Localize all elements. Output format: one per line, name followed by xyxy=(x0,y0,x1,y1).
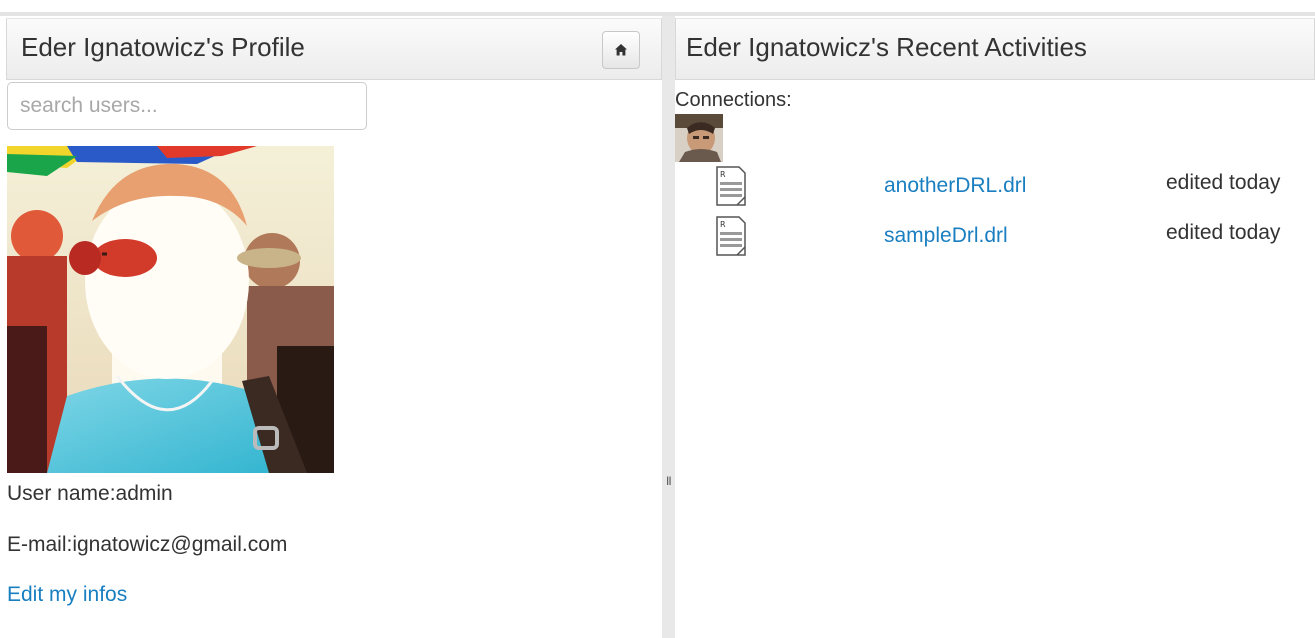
svg-text:R: R xyxy=(720,170,726,179)
drl-file-icon: R xyxy=(715,166,747,206)
top-border xyxy=(0,0,1315,16)
file-link-sampledrl[interactable]: sampleDrl.drl xyxy=(884,224,1008,248)
home-button[interactable] xyxy=(602,31,640,69)
profile-title: Eder Ignatowicz's Profile xyxy=(21,32,305,62)
profile-header: Eder Ignatowicz's Profile xyxy=(6,18,662,80)
splitter-grip-icon: II xyxy=(666,474,672,488)
connection-avatar[interactable] xyxy=(675,114,723,162)
home-icon xyxy=(615,44,627,56)
email-text: E-mail:ignatowicz@gmail.com xyxy=(7,533,288,556)
file-status-text: edited today xyxy=(1166,171,1281,194)
panel-splitter[interactable]: II xyxy=(662,16,675,638)
drl-file-icon: R xyxy=(715,216,747,256)
connections-label: Connections: xyxy=(675,89,792,111)
file-status-text: edited today xyxy=(1166,221,1281,244)
activities-title: Eder Ignatowicz's Recent Activities xyxy=(686,32,1087,62)
search-users-input[interactable] xyxy=(7,82,367,130)
profile-avatar xyxy=(7,146,334,473)
activity-row: R sampleDrl.drl edited today xyxy=(675,216,1315,258)
activities-header: Eder Ignatowicz's Recent Activities xyxy=(675,18,1315,80)
activities-panel: Eder Ignatowicz's Recent Activities Conn… xyxy=(675,16,1315,638)
user-name-text: User name:admin xyxy=(7,482,173,505)
edit-my-infos-link[interactable]: Edit my infos xyxy=(7,583,127,607)
profile-panel: Eder Ignatowicz's Profile search users..… xyxy=(0,16,662,638)
file-link-anotherdrl[interactable]: anotherDRL.drl xyxy=(884,174,1026,198)
activity-row: R anotherDRL.drl edited today xyxy=(675,166,1315,208)
svg-text:R: R xyxy=(720,220,726,229)
